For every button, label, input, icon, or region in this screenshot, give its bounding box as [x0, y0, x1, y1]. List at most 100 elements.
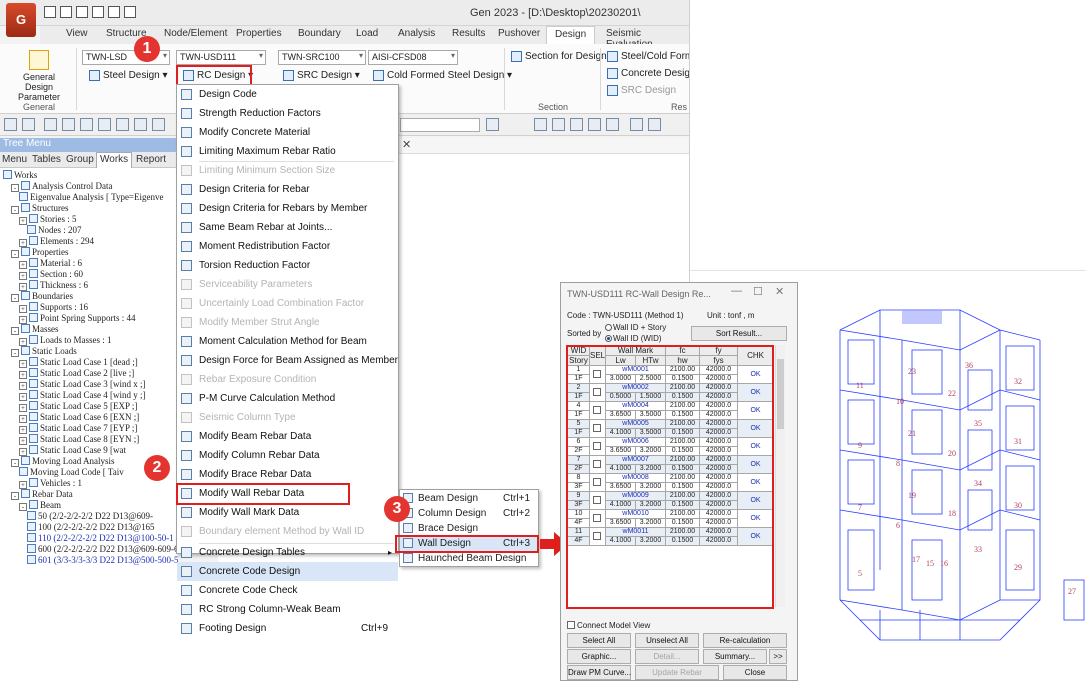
tree-item[interactable]: - Analysis Control Data — [11, 181, 113, 192]
close-view-icon[interactable]: ✕ — [402, 138, 411, 151]
new-file-icon[interactable] — [44, 6, 56, 18]
submenu-item-beam-design[interactable]: Beam Design Ctrl+1 — [400, 491, 538, 506]
menu-item-moment-redistribution-factor[interactable]: Moment Redistribution Factor — [177, 237, 398, 256]
frame-icon[interactable] — [570, 118, 583, 131]
collapse-icon[interactable]: - — [11, 459, 19, 467]
collapse-icon[interactable]: - — [11, 206, 19, 214]
grid-2-icon[interactable] — [552, 118, 565, 131]
expand-icon[interactable]: + — [19, 338, 27, 346]
menu-item-seismic-column-type[interactable]: Seismic Column Type — [177, 408, 398, 427]
menu-item-moment-calculation-method-for-beam[interactable]: Moment Calculation Method for Beam — [177, 332, 398, 351]
expand-icon[interactable]: + — [19, 283, 27, 291]
tree-item[interactable]: - Rebar Data — [11, 489, 73, 500]
menu-item-strength-reduction-factors[interactable]: Strength Reduction Factors — [177, 104, 398, 123]
tree-item[interactable]: + Point Spring Supports : 44 — [19, 313, 136, 324]
select-icon[interactable] — [44, 118, 57, 131]
tree-item[interactable]: 600 (2/2-2/2-2/2 D22 D13@609-609-6 — [27, 544, 178, 555]
scroll-thumb[interactable] — [777, 359, 784, 429]
display-icon[interactable] — [152, 118, 165, 131]
tree-tab-menu[interactable]: Menu — [2, 154, 27, 165]
tree-item[interactable]: + Section : 60 — [19, 269, 83, 280]
tree-item[interactable]: Moving Load Code [ Taiv — [19, 467, 124, 478]
collapse-icon[interactable]: - — [11, 184, 19, 192]
menu-item-serviceability-parameters[interactable]: Serviceability Parameters — [177, 275, 398, 294]
tab-boundary[interactable]: Boundary — [298, 28, 341, 39]
minimize-icon[interactable]: — — [731, 285, 742, 297]
menu-item-design-force-for-beam-assigned-as-member[interactable]: Design Force for Beam Assigned as Member — [177, 351, 398, 370]
steel-cold-form-button[interactable]: Steel/Cold Form — [604, 50, 689, 66]
tab-analysis[interactable]: Analysis — [398, 28, 435, 39]
tree-item[interactable]: - Masses — [11, 324, 59, 335]
expand-icon[interactable]: + — [19, 272, 27, 280]
graphic-button[interactable]: Graphic... — [567, 649, 631, 664]
concrete-design-button[interactable]: Concrete Design — [604, 67, 689, 83]
collapse-icon[interactable]: - — [19, 503, 27, 511]
tree-item[interactable]: 100 (2/2-2/2-2/2 D22 D13@165 — [27, 522, 155, 533]
tab-load[interactable]: Load — [356, 28, 378, 39]
tree-item[interactable]: - Static Loads — [11, 346, 77, 357]
tree-item[interactable]: + Static Load Case 1 [dead ;] — [19, 357, 138, 368]
tab-results[interactable]: Results — [452, 28, 485, 39]
summary-button[interactable]: Summary... — [703, 649, 767, 664]
tree-item[interactable]: + Static Load Case 5 [EXP ;] — [19, 401, 137, 412]
tree-item[interactable]: + Supports : 16 — [19, 302, 88, 313]
expand-icon[interactable]: + — [19, 404, 27, 412]
arrow-tool-icon[interactable] — [486, 118, 499, 131]
collapse-icon[interactable]: - — [11, 250, 19, 258]
tab-properties[interactable]: Properties — [236, 28, 282, 39]
zoom-icon[interactable] — [80, 118, 93, 131]
expand-icon[interactable]: + — [19, 261, 27, 269]
tree-item[interactable]: - Boundaries — [11, 291, 73, 302]
expand-icon[interactable]: + — [19, 371, 27, 379]
tree-item[interactable]: Eigenvalue Analysis [ Type=Eigenve — [19, 192, 164, 203]
tab-view[interactable]: View — [66, 28, 88, 39]
tree-item[interactable]: + Static Load Case 4 [wind y ;] — [19, 390, 145, 401]
chart-icon[interactable] — [588, 118, 601, 131]
tree-item[interactable]: + Static Load Case 8 [EYN ;] — [19, 434, 139, 445]
tree-item[interactable]: + Loads to Masses : 1 — [19, 335, 112, 346]
expand-icon[interactable]: + — [19, 316, 27, 324]
tree-item[interactable]: + Static Load Case 3 [wind x ;] — [19, 379, 145, 390]
menu-item-design-criteria-for-rebar[interactable]: Design Criteria for Rebar — [177, 180, 398, 199]
menu-item-limiting-maximum-rebar-ratio[interactable]: Limiting Maximum Rebar Ratio — [177, 142, 398, 161]
expand-icon[interactable]: + — [19, 437, 27, 445]
view-icon[interactable] — [116, 118, 129, 131]
table-scrollbar[interactable] — [775, 345, 785, 607]
submenu-item-brace-design[interactable]: Brace Design — [400, 521, 538, 536]
src-code-select[interactable]: TWN-SRC100 — [278, 50, 366, 65]
expand-icon[interactable]: + — [19, 426, 27, 434]
tree-tab-tables[interactable]: Tables — [32, 154, 61, 165]
general-design-parameter-button[interactable]: General Design Parameter — [8, 50, 70, 102]
expand-icon[interactable]: + — [19, 448, 27, 456]
menu-item-modify-beam-rebar-data[interactable]: Modify Beam Rebar Data — [177, 427, 398, 446]
tree-item[interactable]: Nodes : 207 — [27, 225, 82, 236]
menu-item-torsion-reduction-factor[interactable]: Torsion Reduction Factor — [177, 256, 398, 275]
menu-item-modify-member-strut-angle[interactable]: Modify Member Strut Angle — [177, 313, 398, 332]
submenu-item-haunched-beam-design[interactable]: Haunched Beam Design — [400, 551, 538, 566]
section-for-design-button[interactable]: Section for Design — [508, 50, 610, 66]
menu-item-footing-design[interactable]: Footing Design Ctrl+9 — [177, 619, 398, 638]
menu-item-limiting-minimum-section-size[interactable]: Limiting Minimum Section Size — [177, 161, 398, 180]
expand-icon[interactable]: + — [19, 393, 27, 401]
expand-icon[interactable]: + — [19, 217, 27, 225]
save-icon[interactable] — [76, 6, 88, 18]
tree-item[interactable]: 110 (2/2-2/2-2/2 D22 D13@100-50-1 — [27, 533, 174, 544]
grid-icon[interactable] — [534, 118, 547, 131]
report-icon[interactable] — [606, 118, 619, 131]
menu-item-rebar-exposure-condition[interactable]: Rebar Exposure Condition — [177, 370, 398, 389]
nav-icon[interactable] — [648, 118, 661, 131]
expand-icon[interactable]: + — [19, 239, 27, 247]
tree-tab-works[interactable]: Works — [96, 152, 133, 168]
tree-item[interactable]: - Moving Load Analysis — [11, 456, 115, 467]
pan-icon[interactable] — [98, 118, 111, 131]
menu-item-concrete-code-design[interactable]: Concrete Code Design — [177, 562, 398, 581]
tab-node-element[interactable]: Node/Element — [164, 28, 227, 39]
menu-item-modify-brace-rebar-data[interactable]: Modify Brace Rebar Data — [177, 465, 398, 484]
src-design-button[interactable]: SRC Design ▾ — [280, 69, 363, 85]
expand-icon[interactable]: + — [19, 481, 27, 489]
close-button[interactable]: Close — [723, 665, 787, 680]
model-icon[interactable] — [134, 118, 147, 131]
menu-item-p-m-curve-calculation-method[interactable]: P-M Curve Calculation Method — [177, 389, 398, 408]
tree-tab-group[interactable]: Group — [66, 154, 94, 165]
rc-code-select[interactable]: TWN-USD111 — [176, 50, 266, 65]
